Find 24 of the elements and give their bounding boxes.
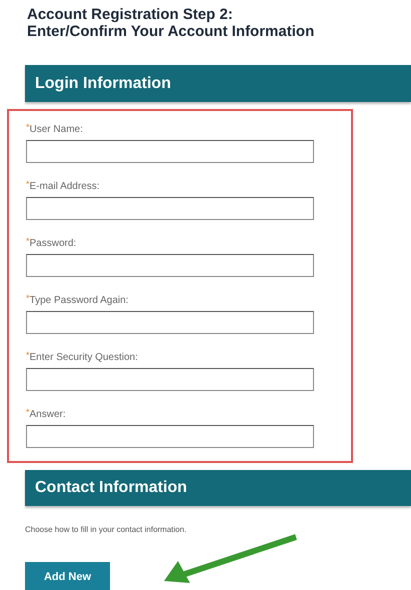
hint-text: Choose how to fill in your contact information. bbox=[25, 524, 188, 536]
field-label: Enter Security Question: bbox=[30, 351, 138, 365]
field-label: User Name: bbox=[30, 123, 83, 137]
input-field[interactable] bbox=[26, 311, 314, 334]
page-title: Enter/Confirm Your Account Information bbox=[27, 23, 316, 40]
section-title: Contact Information bbox=[35, 478, 187, 498]
input-field[interactable] bbox=[26, 368, 314, 391]
add-new-button[interactable]: Add New bbox=[25, 562, 110, 590]
input-field[interactable] bbox=[26, 140, 314, 163]
field-label: Type Password Again: bbox=[30, 294, 128, 308]
required-mark: * bbox=[26, 293, 30, 303]
required-mark: * bbox=[26, 236, 30, 246]
section-title: Login Information bbox=[35, 74, 171, 94]
input-field[interactable] bbox=[26, 254, 314, 277]
field-label: E-mail Address: bbox=[30, 180, 100, 194]
required-mark: * bbox=[26, 407, 30, 417]
field-label: Password: bbox=[30, 237, 76, 251]
page-title: Account Registration Step 2: bbox=[27, 6, 234, 23]
input-field[interactable] bbox=[26, 425, 314, 448]
required-mark: * bbox=[26, 350, 30, 360]
required-mark: * bbox=[26, 122, 30, 132]
required-mark: * bbox=[26, 179, 30, 189]
field-label: Answer: bbox=[30, 408, 66, 422]
input-field[interactable] bbox=[26, 197, 314, 220]
